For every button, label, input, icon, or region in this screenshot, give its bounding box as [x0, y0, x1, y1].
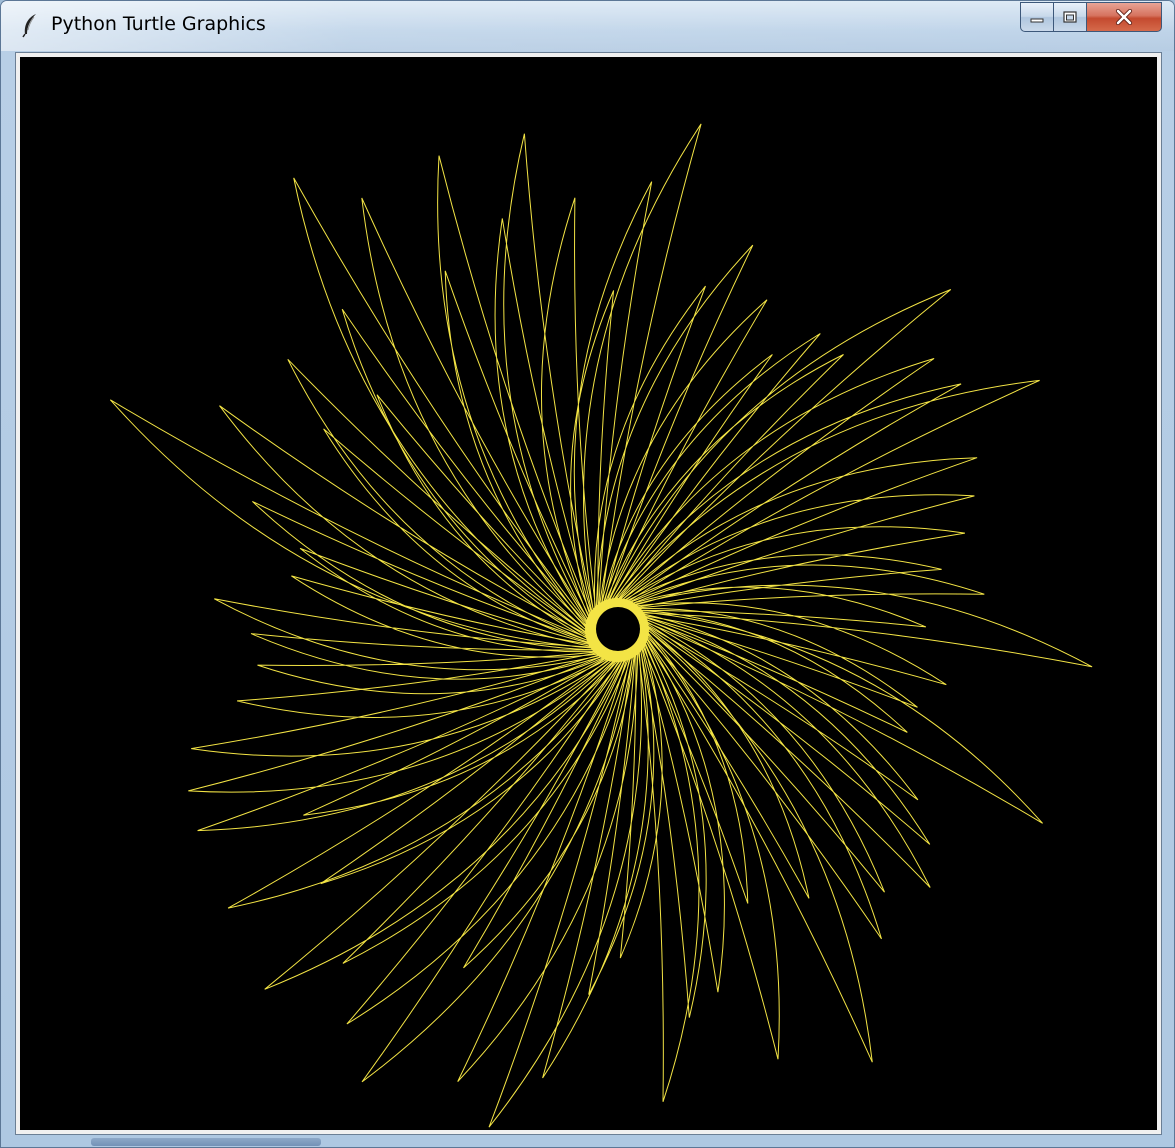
- turtle-drawing: [109, 123, 1093, 1128]
- maximize-icon: [1063, 11, 1077, 23]
- caption-buttons: [1020, 2, 1162, 35]
- taskbar-strip: [91, 1138, 321, 1146]
- title-bar[interactable]: Python Turtle Graphics: [1, 1, 1174, 51]
- minimize-button[interactable]: [1020, 2, 1053, 32]
- turtle-canvas[interactable]: [20, 57, 1157, 1130]
- canvas-frame: [15, 52, 1162, 1135]
- window-title: Python Turtle Graphics: [51, 13, 266, 35]
- turtle-window: Python Turtle Graphics: [0, 0, 1175, 1148]
- maximize-button[interactable]: [1053, 2, 1086, 32]
- feather-icon: [22, 14, 36, 38]
- close-button[interactable]: [1086, 2, 1162, 32]
- close-icon: [1115, 9, 1133, 25]
- center-hole: [596, 607, 640, 651]
- minimize-icon: [1030, 18, 1044, 23]
